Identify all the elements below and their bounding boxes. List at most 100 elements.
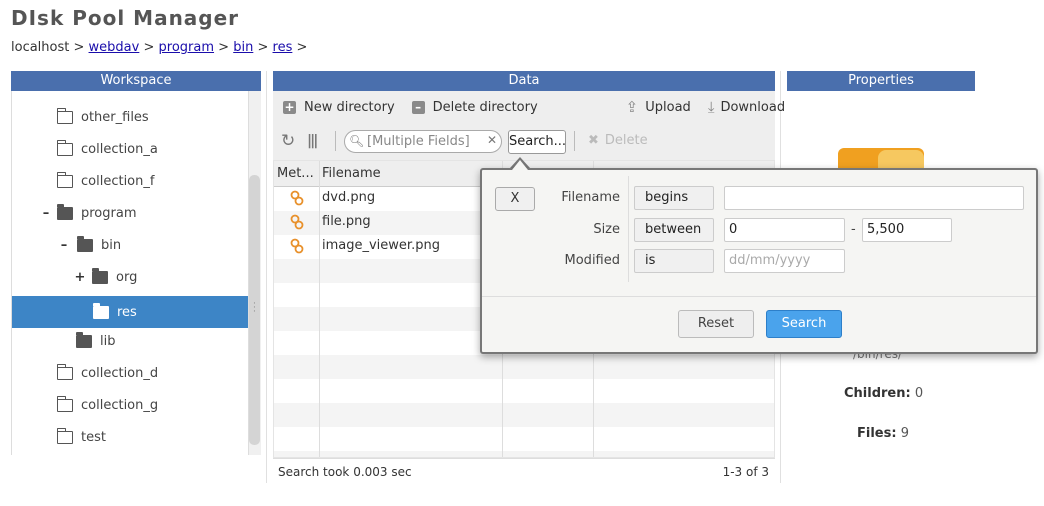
tree-item-label: program: [81, 205, 137, 221]
plus-icon: +: [283, 99, 296, 114]
tree-item-org[interactable]: + org: [12, 261, 249, 293]
tree-item-label: test: [81, 429, 106, 445]
column-header-filename[interactable]: Filename: [319, 161, 499, 187]
new-directory-button[interactable]: + New directory: [283, 100, 395, 115]
file-link-icon: [290, 190, 304, 206]
property-children: Children: 0: [844, 386, 924, 401]
tree-item-label: res: [117, 304, 137, 320]
empty-row: [274, 451, 774, 457]
tree-item-collection-g[interactable]: collection_g: [12, 389, 249, 421]
tree-item-test[interactable]: test: [12, 421, 249, 453]
size-max-field[interactable]: 5,500: [862, 218, 952, 242]
folder-open-icon: [76, 331, 92, 348]
column-header-metadata[interactable]: Met...: [274, 161, 319, 187]
popup-separator: [628, 176, 629, 282]
tree-item-label: collection_f: [81, 173, 155, 189]
tree-item-collection-d[interactable]: collection_d: [12, 357, 249, 389]
data-toolbar: + New directory – Delete directory ⇪ Upl…: [273, 91, 785, 123]
upload-icon: ⇪: [625, 98, 639, 116]
search-icon: 🔍︎: [349, 134, 365, 148]
size-min-field[interactable]: 0: [724, 218, 845, 242]
folder-large-icon: [838, 148, 924, 170]
resize-grip-icon[interactable]: · · ·: [253, 300, 256, 317]
columns-icon[interactable]: |||: [307, 133, 318, 150]
search-button[interactable]: Search: [766, 310, 842, 338]
column-divider: [319, 161, 320, 457]
tree-item-bin[interactable]: – bin: [12, 229, 249, 261]
properties-header: Properties: [787, 71, 975, 91]
filename-cell: image_viewer.png: [322, 238, 440, 253]
size-operator-select[interactable]: between: [634, 218, 714, 242]
filename-cell: file.png: [322, 214, 371, 229]
modified-date-field[interactable]: dd/mm/yyyy: [724, 249, 845, 273]
refresh-icon[interactable]: ↻: [281, 133, 295, 150]
upload-button[interactable]: ⇪ Upload: [626, 98, 691, 116]
delete-icon: ✖: [588, 133, 599, 148]
collapse-icon[interactable]: –: [57, 238, 71, 253]
clear-search-icon[interactable]: ✕: [487, 133, 497, 147]
toolbar-separator: [335, 131, 336, 151]
tree-item-label: bin: [101, 237, 122, 253]
tree-item-label: collection_d: [81, 365, 159, 381]
breadcrumb: localhost > webdav > program > bin > res…: [11, 40, 308, 55]
download-icon: ⤓: [707, 98, 715, 116]
advanced-search-button[interactable]: Search...: [508, 130, 566, 154]
filename-operator-select[interactable]: begins: [634, 186, 714, 210]
folder-icon: [56, 171, 73, 188]
folder-open-icon: [57, 203, 73, 220]
tree-item-collection-a[interactable]: collection_a: [12, 133, 249, 165]
file-link-icon: [290, 238, 304, 254]
range-dash: -: [851, 222, 856, 237]
popup-footer-separator: [482, 296, 1036, 297]
close-popup-button[interactable]: X: [495, 187, 535, 211]
filename-cell: dvd.png: [322, 190, 376, 205]
filename-label: Filename: [561, 190, 620, 205]
tree-item-res[interactable]: res: [12, 296, 249, 328]
breadcrumb-link-program[interactable]: program: [159, 40, 215, 55]
property-files: Files: 9: [857, 426, 909, 441]
size-label: Size: [593, 222, 620, 237]
folder-icon: [56, 395, 73, 412]
tree-item-label: org: [116, 269, 138, 285]
collapse-icon[interactable]: –: [39, 206, 53, 221]
folder-icon: [56, 363, 73, 380]
result-count: 1-3 of 3: [722, 465, 769, 479]
grid-footer: Search took 0.003 sec 1-3 of 3: [273, 458, 775, 484]
panel-divider[interactable]: [266, 71, 267, 483]
breadcrumb-link-webdav[interactable]: webdav: [89, 40, 140, 55]
tree-item-other-files[interactable]: other_files: [12, 101, 249, 133]
breadcrumb-link-res[interactable]: res: [273, 40, 293, 55]
minus-icon: –: [411, 100, 425, 114]
folder-icon: [56, 427, 73, 444]
advanced-search-popup: X Filename begins Size between 0 - 5,500…: [480, 168, 1038, 354]
workspace-header: Workspace: [11, 71, 261, 91]
app-title: DIsk Pool Manager: [11, 6, 240, 30]
delete-directory-button[interactable]: – Delete directory: [411, 100, 538, 115]
breadcrumb-link-bin[interactable]: bin: [233, 40, 253, 55]
modified-label: Modified: [564, 253, 620, 268]
modified-operator-select[interactable]: is: [634, 249, 714, 273]
download-button[interactable]: ⤓ Download: [708, 98, 785, 116]
tree-item-label: collection_g: [81, 397, 159, 413]
workspace-tree[interactable]: other_files collection_a collection_f – …: [11, 91, 261, 455]
folder-icon: [56, 139, 73, 156]
empty-row: [274, 403, 774, 427]
folder-open-icon: [77, 235, 93, 252]
filename-field[interactable]: [724, 186, 1024, 210]
folder-open-icon: [92, 267, 108, 284]
tree-item-collection-f[interactable]: collection_f: [12, 165, 249, 197]
folder-icon: [56, 107, 73, 124]
search-timing: Search took 0.003 sec: [278, 465, 412, 479]
tree-item-lib[interactable]: lib: [12, 325, 249, 357]
delete-button[interactable]: ✖ Delete: [588, 133, 648, 148]
file-link-icon: [290, 214, 304, 230]
reset-button[interactable]: Reset: [678, 310, 754, 338]
tree-item-program[interactable]: – program: [12, 197, 249, 229]
data-header: Data: [273, 71, 775, 91]
tree-item-label: collection_a: [81, 141, 158, 157]
folder-open-icon: [93, 302, 109, 319]
tree-item-label: lib: [100, 333, 116, 349]
search-input[interactable]: [Multiple Fields]: [344, 130, 502, 153]
expand-icon[interactable]: +: [73, 270, 87, 285]
empty-row: [274, 355, 774, 379]
